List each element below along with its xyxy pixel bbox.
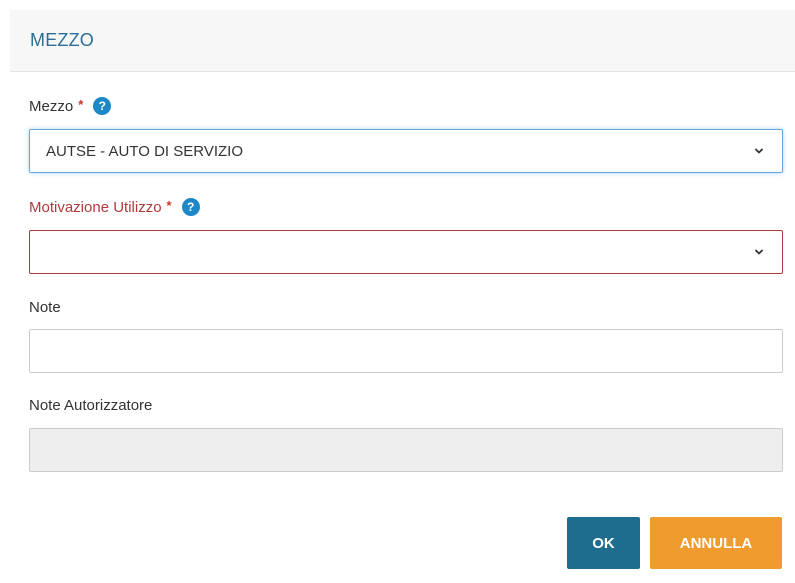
help-question-icon[interactable]: ? <box>93 97 112 115</box>
note-label: Note <box>29 299 61 316</box>
motivazione-select[interactable] <box>29 230 783 274</box>
mezzo-label: Mezzo * ? <box>29 96 112 115</box>
chevron-down-icon <box>755 148 763 154</box>
motivazione-label: Motivazione Utilizzo * ? <box>29 198 200 216</box>
note-autorizzatore-input <box>29 428 783 472</box>
motivazione-label-text: Motivazione Utilizzo <box>29 198 162 216</box>
mezzo-label-text: Mezzo <box>29 97 74 115</box>
chevron-down-icon <box>755 249 763 255</box>
cancel-button[interactable]: ANNULLA <box>650 517 782 569</box>
mezzo-dialog: MEZZO Mezzo * ? AUTSE - AUTO DI SERVIZIO… <box>0 0 795 583</box>
ok-button[interactable]: OK <box>567 517 640 569</box>
dialog-header: MEZZO <box>10 10 795 72</box>
note-autorizzatore-label-text: Note Autorizzatore <box>29 397 153 414</box>
mezzo-select[interactable]: AUTSE - AUTO DI SERVIZIO <box>29 129 783 173</box>
mezzo-select-value: AUTSE - AUTO DI SERVIZIO <box>46 143 243 160</box>
note-autorizzatore-label: Note Autorizzatore <box>29 397 152 414</box>
note-label-text: Note <box>29 299 61 316</box>
help-question-icon[interactable]: ? <box>181 198 200 216</box>
dialog-title: MEZZO <box>30 30 94 50</box>
required-asterisk: * <box>166 197 172 213</box>
note-input[interactable] <box>29 329 783 373</box>
required-asterisk: * <box>78 96 84 112</box>
